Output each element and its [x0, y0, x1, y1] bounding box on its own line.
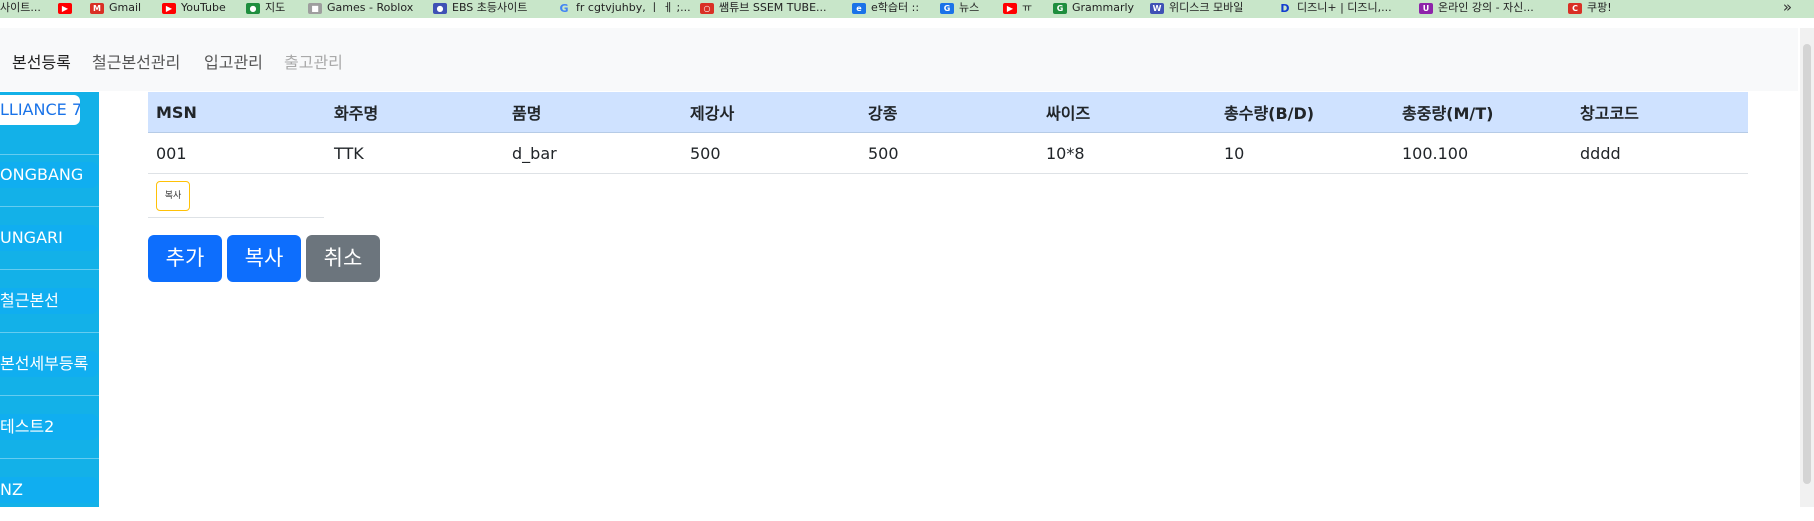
column-header: 총중량(M/T) — [1394, 92, 1572, 133]
sidebar-item[interactable]: 테스트2 — [0, 396, 99, 459]
bookmark-label: Grammarly — [1072, 1, 1135, 14]
bookmark-item[interactable]: U 온라인 강의 - 자신... — [1419, 1, 1534, 15]
divider — [148, 217, 324, 218]
sidebar-item-label: NZ — [0, 477, 98, 503]
table-cell: 001 — [148, 132, 326, 174]
bookmark-label: 온라인 강의 - 자신... — [1438, 1, 1534, 14]
bookmark-label: 지도 — [265, 1, 286, 14]
table-header-row: MSN 화주명 품명 제강사 강종 싸이즈 총수량(B/D) 총중량(M/T) … — [148, 92, 1748, 133]
column-header: MSN — [148, 92, 326, 133]
table-cell: 10 — [1216, 132, 1394, 174]
disney-icon: D — [1280, 1, 1290, 15]
data-table: MSN 화주명 품명 제강사 강종 싸이즈 총수량(B/D) 총중량(M/T) … — [148, 92, 1748, 174]
column-header: 총수량(B/D) — [1216, 92, 1394, 133]
bookmark-label: 뉴스 — [959, 1, 980, 14]
table-cell: 500 — [860, 132, 1038, 174]
add-button[interactable]: 추가 — [148, 235, 222, 282]
sidebar-item-label: LLIANCE 7 — [0, 95, 80, 125]
row-copy-button[interactable]: 복사 — [156, 181, 190, 211]
sidebar: LLIANCE 7 ONGBANG UNGARI 철근본선 본선세부등록 테스트… — [0, 92, 99, 507]
nav-item-inbound[interactable]: 입고관리 — [204, 49, 263, 73]
bookmark-label: 위디스크 모바일 — [1169, 1, 1244, 14]
bookmark-item[interactable]: G 뉴스 — [940, 1, 979, 15]
scrollbar-thumb[interactable] — [1803, 44, 1811, 484]
bookmarks-bar: 사이트... ▶ M Gmail ▶ YouTube ● 지도 ■ Games … — [0, 0, 1814, 18]
bookmark-label: ㅠ — [1022, 1, 1033, 14]
bookmark-item[interactable]: ▶ — [58, 1, 72, 15]
top-navbar — [0, 28, 1798, 91]
bookmark-item[interactable]: 사이트... — [0, 1, 41, 15]
udemy-icon: U — [1419, 2, 1433, 14]
sidebar-item-label: UNGARI — [0, 225, 98, 251]
youtube-icon: ▶ — [162, 2, 176, 14]
column-header: 강종 — [860, 92, 1038, 133]
bookmark-item[interactable]: ● 지도 — [246, 1, 285, 15]
sidebar-item-label: ONGBANG — [0, 162, 98, 188]
column-header: 제강사 — [682, 92, 860, 133]
youtube-icon: ▶ — [58, 2, 72, 14]
table-cell: 100.100 — [1394, 132, 1572, 174]
bookmark-item[interactable]: ■ Games - Roblox — [308, 1, 413, 15]
more-bookmarks-button[interactable]: » — [1783, 0, 1792, 15]
roblox-icon: ■ — [308, 2, 322, 14]
bookmark-label: fr cgtvjuhby, ㅣ ㅔ ;... — [576, 1, 691, 14]
maps-pin-icon: ● — [246, 2, 260, 14]
table-cell: dddd — [1572, 132, 1748, 174]
nav-item-rebar-management[interactable]: 철근본선관리 — [92, 49, 180, 73]
table-cell: d_bar — [504, 132, 682, 174]
bookmark-label: 디즈니+ | 디즈니,... — [1297, 1, 1392, 14]
page-scrollbar[interactable] — [1800, 28, 1814, 507]
sidebar-item[interactable]: 철근본선 — [0, 270, 99, 333]
bookmark-label: YouTube — [181, 1, 226, 14]
gmail-icon: M — [90, 2, 104, 14]
google-icon: G — [559, 1, 569, 15]
sidebar-item[interactable]: 본선세부등록 — [0, 333, 99, 396]
nav-item-outbound[interactable]: 출고관리 — [284, 49, 343, 73]
bookmark-item[interactable]: M Gmail — [90, 1, 141, 15]
bookmark-item[interactable]: C 쿠팡! — [1568, 1, 1612, 15]
table-row: 001 TTK d_bar 500 500 10*8 10 100.100 dd… — [148, 132, 1748, 174]
bookmark-label: 사이트... — [0, 1, 41, 14]
column-header: 창고코드 — [1572, 92, 1748, 133]
copy-button[interactable]: 복사 — [227, 235, 301, 282]
bookmark-label: 쿠팡! — [1587, 1, 1612, 14]
youtube-icon: ▶ — [1003, 2, 1017, 14]
bookmark-item[interactable]: W 위디스크 모바일 — [1150, 1, 1243, 15]
bookmark-item[interactable]: ● EBS 초등사이트 — [433, 1, 527, 15]
bookmark-item[interactable]: ▶ ㅠ — [1003, 1, 1032, 15]
sidebar-item-label: 테스트2 — [0, 414, 98, 440]
bookmark-item[interactable]: G Grammarly — [1053, 1, 1134, 15]
bookmark-item[interactable]: e e학습터 :: — [852, 1, 919, 15]
table-cell: 500 — [682, 132, 860, 174]
ssem-icon: ○ — [700, 2, 714, 14]
coupang-icon: C — [1568, 2, 1582, 14]
bookmark-item[interactable]: G fr cgtvjuhby, ㅣ ㅔ ;... — [557, 1, 691, 15]
bookmark-item[interactable]: ○ 쌤튜브 SSEM TUBE... — [700, 1, 827, 15]
bookmark-label: e학습터 :: — [871, 1, 920, 14]
e-learning-icon: e — [852, 2, 866, 14]
bookmark-label: EBS 초등사이트 — [452, 1, 528, 14]
bookmark-item[interactable]: ▶ YouTube — [162, 1, 226, 15]
nav-item-registration[interactable]: 본선등록 — [12, 49, 71, 73]
column-header: 싸이즈 — [1038, 92, 1216, 133]
sidebar-item[interactable]: NZ — [0, 459, 99, 521]
wedisk-icon: W — [1150, 2, 1164, 14]
bookmark-item[interactable]: D 디즈니+ | 디즈니,... — [1278, 1, 1392, 15]
sidebar-item[interactable]: ONGBANG — [0, 144, 99, 207]
cancel-button[interactable]: 취소 — [306, 235, 380, 282]
sidebar-item[interactable]: UNGARI — [0, 207, 99, 270]
column-header: 품명 — [504, 92, 682, 133]
bookmark-label: 쌤튜브 SSEM TUBE... — [719, 1, 827, 14]
table-cell: TTK — [326, 132, 504, 174]
table-cell: 10*8 — [1038, 132, 1216, 174]
column-header: 화주명 — [326, 92, 504, 133]
bookmark-label: Gmail — [109, 1, 142, 14]
bookmark-label: Games - Roblox — [327, 1, 414, 14]
sidebar-item-label: 본선세부등록 — [0, 351, 98, 377]
ebs-icon: ● — [433, 2, 447, 14]
sidebar-item-label: 철근본선 — [0, 288, 98, 314]
news-icon: G — [940, 2, 954, 14]
grammarly-icon: G — [1053, 2, 1067, 14]
